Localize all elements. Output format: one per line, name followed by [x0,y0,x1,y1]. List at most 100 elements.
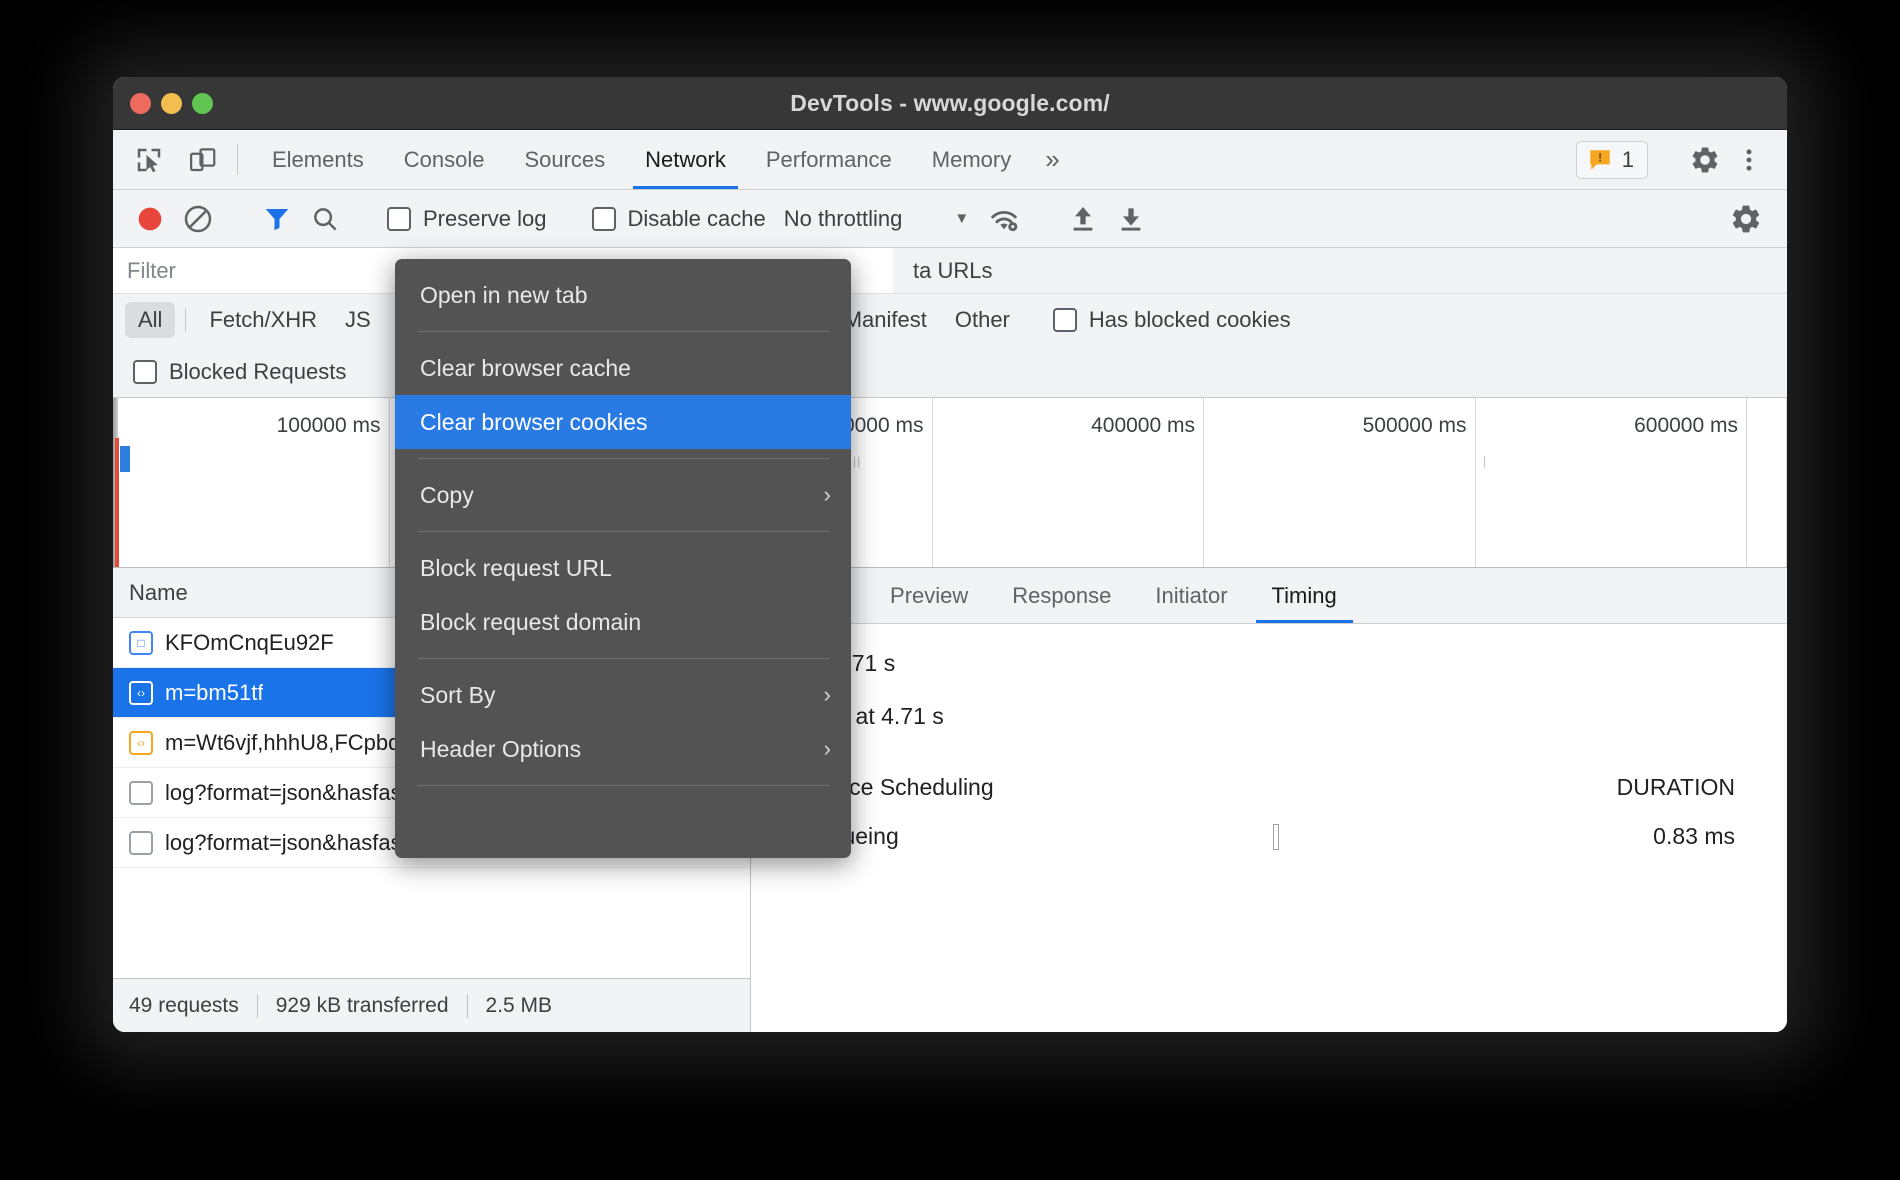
more-tabs-icon[interactable]: » [1031,130,1073,189]
disable-cache-checkbox-box[interactable] [592,207,616,231]
throttling-dropdown[interactable]: No throttling ▼ [774,206,979,232]
timing-started-line: Started at 4.71 s [751,703,1787,756]
overview-tick-label: 600000 ms [1634,414,1738,438]
status-resources: 2.5 MB [486,994,553,1018]
network-body: Name □ KFOmCnqEu92F ‹› m=bm51tf ‹› m=Wt6… [113,568,1787,1032]
tab-network[interactable]: Network [625,130,746,189]
menu-item-block-request-url[interactable]: Block request URL [395,541,851,595]
menu-item-label: Block request domain [420,609,641,636]
issues-badge[interactable]: 1 [1576,141,1648,179]
preserve-log-checkbox[interactable]: Preserve log [381,206,553,232]
tab-elements[interactable]: Elements [252,130,384,189]
menu-item-header-options[interactable]: Header Options › [395,722,851,776]
status-divider [257,994,258,1018]
tab-initiator[interactable]: Initiator [1133,568,1249,623]
menu-item-clear-browser-cache[interactable]: Clear browser cache [395,341,851,395]
network-context-menu[interactable]: Open in new tab Clear browser cache Clea… [395,259,851,858]
minimize-window-button[interactable] [161,93,182,114]
issues-count: 1 [1622,147,1634,173]
menu-separator [417,458,829,459]
tab-sources[interactable]: Sources [504,130,625,189]
filter-bar: Filter ta URLs All Fetch/XHR JS WS Wasm … [113,248,1787,398]
detail-tabs: aders Preview Response Initiator Timing [751,568,1787,624]
status-transferred: 929 kB transferred [276,994,449,1018]
type-filter-all[interactable]: All [125,302,175,338]
search-icon[interactable] [302,196,348,242]
filter-icon[interactable] [254,196,300,242]
resource-type-filters: All Fetch/XHR JS WS Wasm Manifest Other … [113,294,1787,346]
overview-cell-tail [1747,398,1787,567]
network-overview-timeline[interactable]: 100000 ms 200000 ms 300000 ms 400000 ms … [113,398,1787,568]
menu-item-clear-browser-cookies[interactable]: Clear browser cookies [395,395,851,449]
overview-cell: 100000 ms [118,398,390,567]
tab-performance[interactable]: Performance [746,130,912,189]
timing-row-queueing: Queueing 0.83 ms [751,801,1787,850]
disable-cache-label: Disable cache [628,206,766,232]
tab-response[interactable]: Response [990,568,1133,623]
column-header-name: Name [129,580,188,606]
window-traffic-lights[interactable] [130,93,213,114]
export-har-icon[interactable] [1108,196,1154,242]
chevron-right-icon: › [824,736,831,762]
tabstrip-divider [237,144,238,175]
chevron-down-icon: ▼ [954,210,969,227]
tabstrip-right-icons: 1 [1576,130,1787,189]
menu-item-block-request-domain[interactable]: Block request domain [395,595,851,649]
tab-memory-label: Memory [932,147,1011,173]
menu-item-open-in-new-tab[interactable]: Open in new tab [395,268,851,322]
generic-file-icon [129,831,153,855]
blocked-requests-label: Blocked Requests [169,359,346,385]
hide-data-urls-checkbox[interactable]: ta URLs [893,248,1787,293]
tab-preview[interactable]: Preview [868,568,990,623]
network-settings-gear-icon[interactable] [1723,196,1769,242]
request-name: KFOmCnqEu92F [165,630,334,656]
preserve-log-checkbox-box[interactable] [387,207,411,231]
has-blocked-cookies-box[interactable] [1053,308,1077,332]
request-detail-panel: aders Preview Response Initiator Timing … [751,568,1787,1032]
kebab-menu-icon[interactable] [1729,140,1769,180]
gear-icon[interactable] [1685,140,1725,180]
window-title: DevTools - www.google.com/ [113,90,1787,117]
script-file-icon: ‹› [129,731,153,755]
menu-item-copy[interactable]: Copy › [395,468,851,522]
disable-cache-checkbox[interactable]: Disable cache [586,206,772,232]
blocked-requests-box[interactable] [133,360,157,384]
timing-row-value: 0.83 ms [1653,823,1735,850]
timing-duration-header: DURATION [1617,774,1735,801]
menu-item-save-all-as-har[interactable] [395,795,851,849]
tab-response-label: Response [1012,583,1111,609]
record-button-icon[interactable] [127,196,173,242]
window-titlebar: DevTools - www.google.com/ [113,77,1787,130]
close-window-button[interactable] [130,93,151,114]
menu-item-sort-by[interactable]: Sort By › [395,668,851,722]
has-blocked-cookies-checkbox[interactable]: Has blocked cookies [1047,307,1297,333]
type-filter-other[interactable]: Other [942,302,1023,338]
blocked-requests-checkbox[interactable]: Blocked Requests [127,359,352,385]
blocked-requests-row: Blocked Requests [113,346,1787,398]
overview-grid: 100000 ms 200000 ms 300000 ms 400000 ms … [118,398,1787,567]
import-har-icon[interactable] [1060,196,1106,242]
menu-item-label: Clear browser cookies [420,409,648,436]
menu-separator [417,531,829,532]
inspect-element-icon[interactable] [129,140,169,180]
tab-timing[interactable]: Timing [1250,568,1359,623]
overview-tick-label: 500000 ms [1363,414,1467,438]
chevron-right-icon: › [824,482,831,508]
device-toolbar-icon[interactable] [183,140,223,180]
tab-preview-label: Preview [890,583,968,609]
menu-separator [417,658,829,659]
type-filter-js[interactable]: JS [332,302,384,338]
tab-console[interactable]: Console [384,130,505,189]
screen-root: DevTools - www.google.com/ [0,0,1900,1180]
doc-file-icon: □ [129,631,153,655]
clear-network-log-icon[interactable] [175,196,221,242]
overview-tick-label: 400000 ms [1091,414,1195,438]
overview-cell: 500000 ms [1204,398,1476,567]
type-filter-fetch-xhr[interactable]: Fetch/XHR [196,302,330,338]
network-toolbar: Preserve log Disable cache No throttling… [113,190,1787,248]
network-conditions-icon[interactable] [981,196,1027,242]
tab-memory[interactable]: Memory [912,130,1031,189]
has-blocked-cookies-label: Has blocked cookies [1089,307,1291,333]
panel-tabs: Elements Console Sources Network Perform… [252,130,1031,189]
maximize-window-button[interactable] [192,93,213,114]
